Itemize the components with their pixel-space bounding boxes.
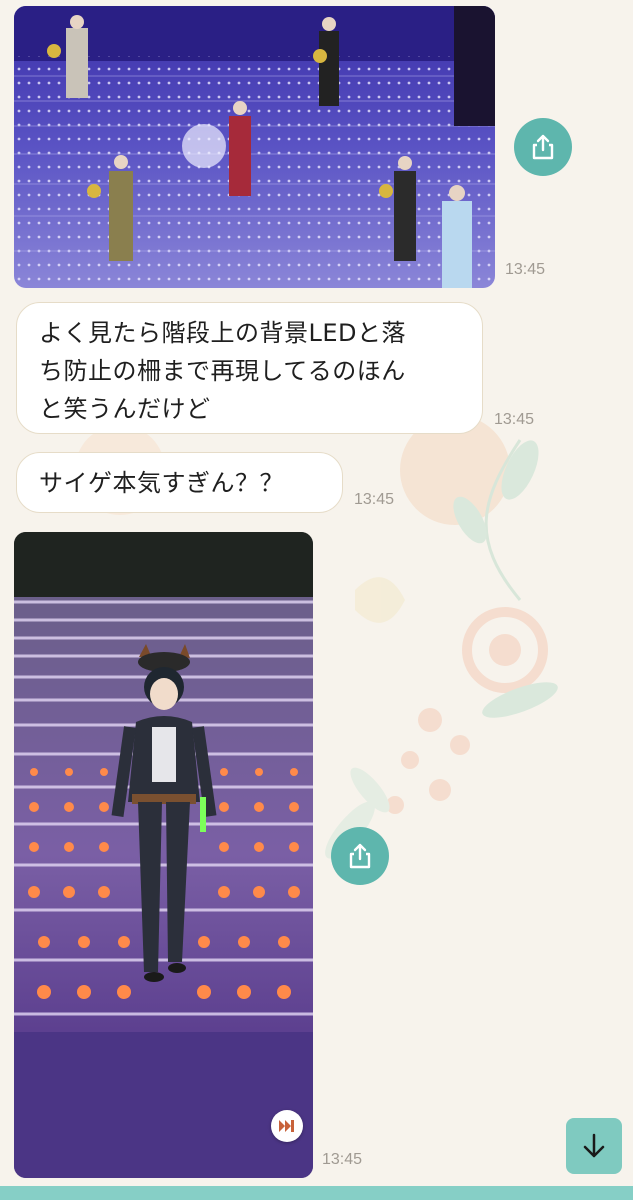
share-button[interactable] [514, 118, 572, 176]
chat-area[interactable]: 13:45 よく見たら階段上の背景LEDと落 ち防止の柵まで再現してるのほん と… [0, 0, 633, 1186]
message-line: サイゲ本気すぎん？？ [39, 469, 284, 497]
fast-forward-icon [279, 1120, 294, 1132]
bottom-bar [0, 1186, 633, 1200]
message-bubble[interactable]: サイゲ本気すぎん？？ [16, 452, 343, 513]
message-line: よく見たら階段上の背景LEDと落 [39, 319, 407, 347]
message-time: 13:45 [494, 411, 535, 428]
message-line: と笑うんだけど [39, 395, 211, 423]
share-button[interactable] [331, 827, 389, 885]
game-video-thumbnail [14, 532, 313, 1178]
message-time: 13:45 [354, 491, 395, 508]
arrow-down-icon [583, 1133, 605, 1158]
message-photo[interactable] [14, 6, 495, 288]
message-line: ち防止の柵まで再現してるのほん [39, 357, 406, 385]
scroll-to-bottom-button[interactable] [566, 1118, 622, 1174]
message-time: 13:45 [505, 261, 546, 278]
skip-button[interactable] [271, 1110, 303, 1142]
message-video[interactable] [14, 532, 313, 1178]
stage-photo-image [14, 6, 495, 288]
share-icon [349, 843, 371, 869]
message-bubble[interactable]: よく見たら階段上の背景LEDと落 ち防止の柵まで再現してるのほん と笑うんだけど [16, 302, 483, 434]
share-icon [532, 134, 554, 160]
message-time: 13:45 [322, 1151, 363, 1168]
